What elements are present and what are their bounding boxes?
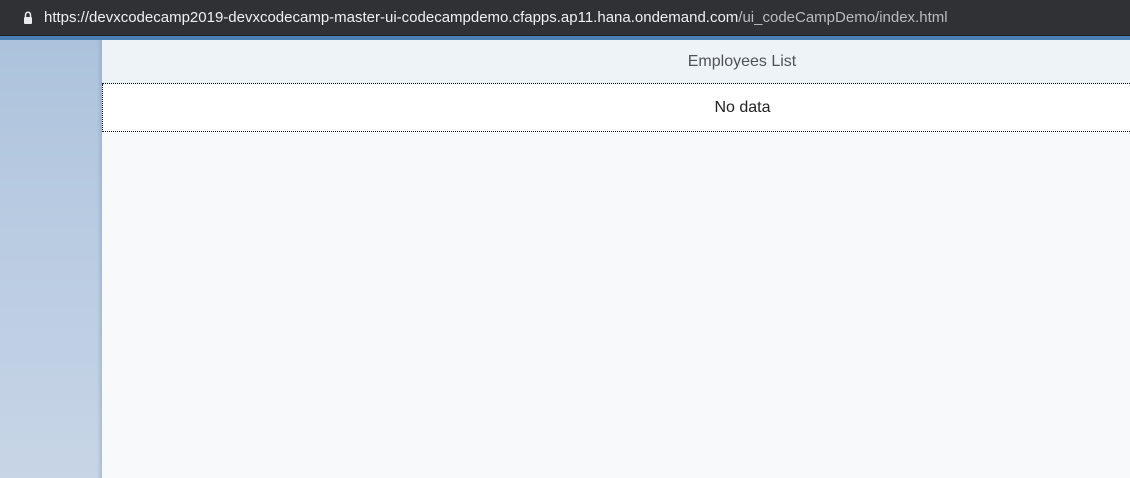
browser-address-bar: https://devxcodecamp2019-devxcodecamp-ma… xyxy=(0,0,1130,36)
url-field[interactable]: https://devxcodecamp2019-devxcodecamp-ma… xyxy=(44,8,948,28)
employees-table-header: Employees List xyxy=(102,40,1130,84)
lock-icon xyxy=(24,11,32,24)
no-data-message: No data xyxy=(714,98,771,116)
left-panel-background xyxy=(0,40,102,478)
empty-content-area xyxy=(102,132,1130,478)
no-data-row: No data xyxy=(102,84,1130,132)
employees-list-title: Employees List xyxy=(687,52,797,70)
employees-table-area: Employees List No data xyxy=(102,40,1130,478)
url-path: /ui_codeCampDemo/index.html xyxy=(738,9,948,26)
url-domain: https://devxcodecamp2019-devxcodecamp-ma… xyxy=(44,9,739,26)
